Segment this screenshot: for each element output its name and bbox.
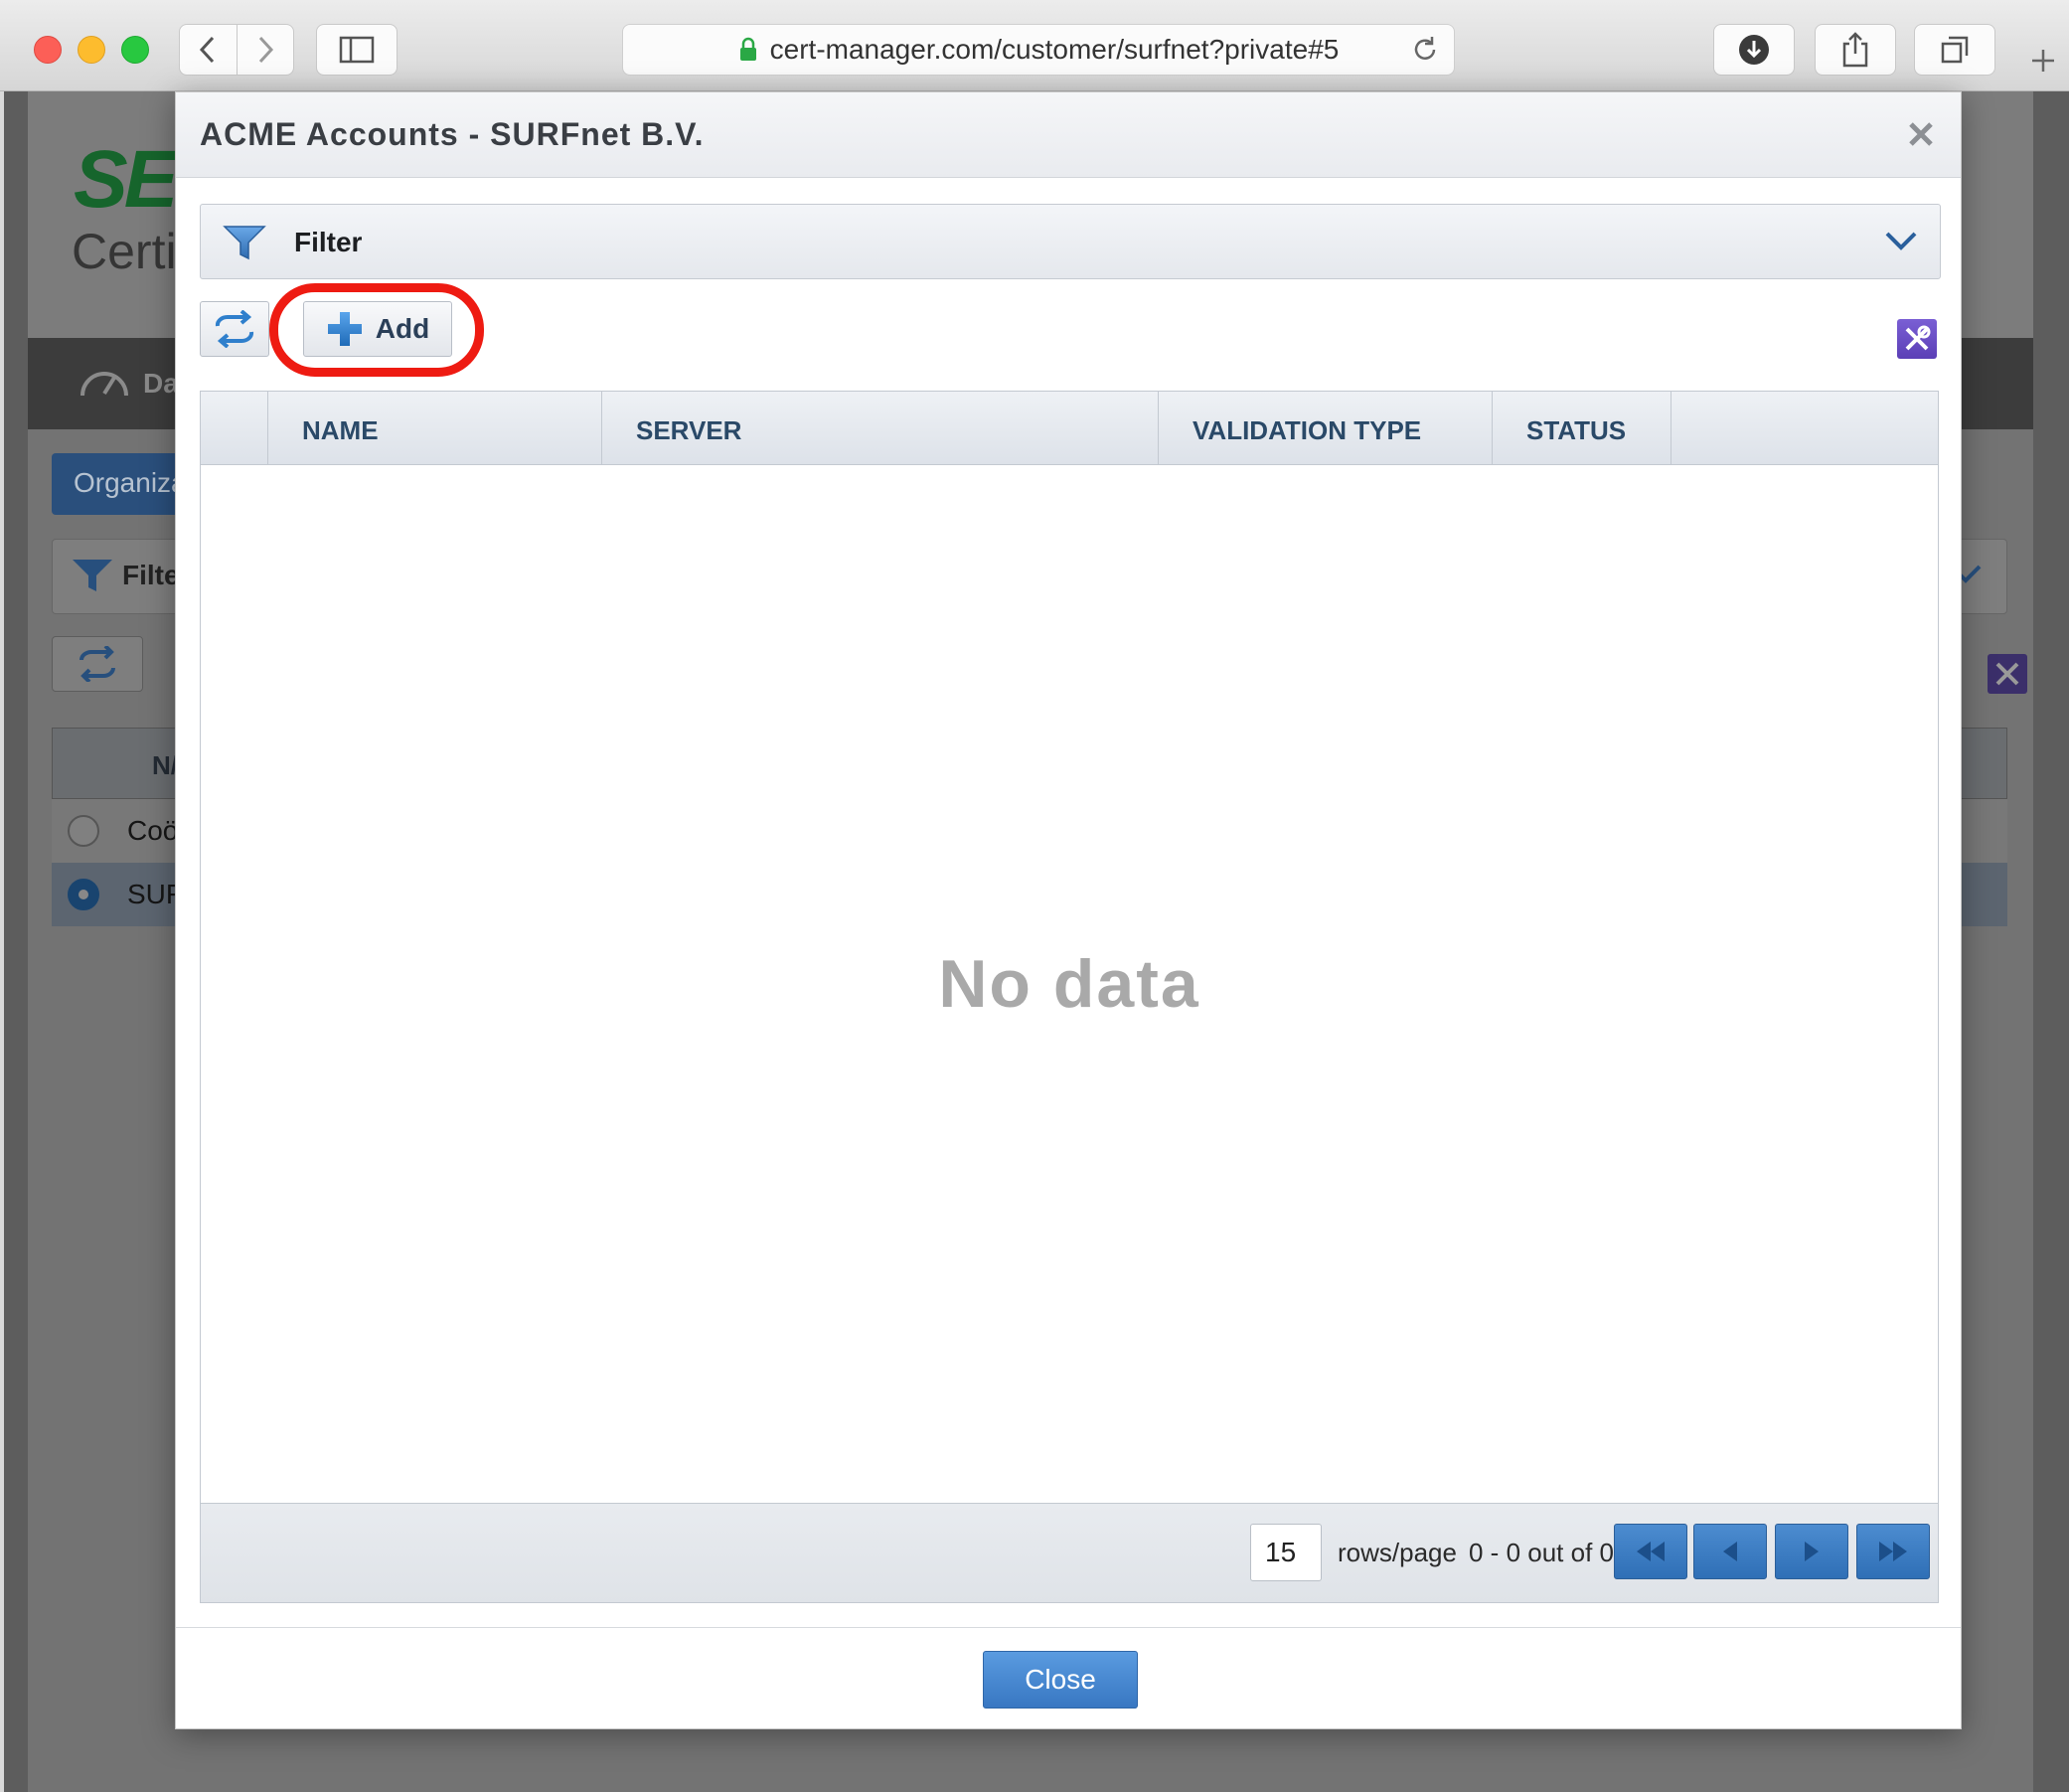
window-zoom-button[interactable]	[121, 36, 149, 64]
tabs-icon	[1941, 36, 1969, 64]
double-left-arrow-icon	[1637, 1542, 1665, 1561]
refresh-icon	[215, 310, 254, 348]
chevron-left-icon	[200, 36, 215, 64]
double-right-arrow-icon	[1879, 1542, 1907, 1561]
chevron-down-icon[interactable]	[1884, 229, 1918, 257]
row-radio-selected[interactable]	[68, 879, 99, 910]
acme-accounts-dialog: ACME Accounts - SURFnet B.V. Filter Add	[175, 91, 1962, 1729]
add-label: Add	[375, 313, 430, 344]
chevron-right-icon	[258, 36, 273, 64]
new-tab-button[interactable]	[2017, 30, 2069, 91]
dashboard-icon	[78, 358, 131, 407]
dialog-title: ACME Accounts - SURFnet B.V.	[200, 116, 705, 152]
pagination-bar: 15 rows/page 0 - 0 out of 0	[201, 1503, 1938, 1602]
download-icon	[1739, 35, 1769, 65]
sidebar-icon	[339, 36, 375, 64]
grid-header: NAME SERVER VALIDATION TYPE STATUS	[201, 392, 1938, 465]
reload-button[interactable]	[1410, 35, 1440, 70]
filter-bar[interactable]: Filter	[200, 204, 1941, 279]
page-range-label: 0 - 0 out of 0	[1469, 1538, 1614, 1567]
filter-label: Filter	[294, 227, 363, 257]
sidebar-toggle-button[interactable]	[316, 24, 398, 76]
right-arrow-icon	[1805, 1542, 1819, 1561]
history-nav-group	[179, 24, 294, 76]
app-logo: SE	[74, 134, 178, 225]
rows-per-page-label: rows/page	[1338, 1538, 1457, 1567]
column-name[interactable]: NAME	[268, 392, 602, 465]
lock-icon	[739, 37, 756, 61]
column-validation-type[interactable]: VALIDATION TYPE	[1159, 392, 1493, 465]
row-radio[interactable]	[68, 815, 99, 847]
left-arrow-icon	[1723, 1542, 1737, 1561]
acme-accounts-grid: NAME SERVER VALIDATION TYPE STATUS No da…	[200, 391, 1939, 1603]
page-refresh-button[interactable]	[52, 636, 143, 692]
window-minimize-button[interactable]	[78, 36, 105, 64]
share-button[interactable]	[1815, 24, 1896, 76]
app-subtitle: Certi	[72, 224, 177, 279]
close-button[interactable]: Close	[983, 1651, 1138, 1709]
dialog-header: ACME Accounts - SURFnet B.V.	[176, 92, 1961, 178]
close-icon	[1909, 122, 1933, 146]
dialog-footer-divider	[176, 1627, 1961, 1628]
plus-icon	[2032, 50, 2054, 72]
next-page-button[interactable]	[1775, 1524, 1848, 1579]
page-tools-button[interactable]	[1988, 654, 2027, 694]
tools-icon	[1905, 325, 1931, 351]
reload-icon	[1414, 37, 1436, 60]
last-page-button[interactable]	[1856, 1524, 1930, 1579]
rows-per-page-input[interactable]: 15	[1250, 1524, 1322, 1581]
column-status[interactable]: STATUS	[1493, 392, 1671, 465]
funnel-icon	[71, 556, 114, 600]
dialog-close-button[interactable]	[1901, 114, 1941, 154]
previous-page-button[interactable]	[1693, 1524, 1767, 1579]
browser-toolbar: cert-manager.com/customer/surfnet?privat…	[0, 0, 2069, 91]
page-filter-label: Filte	[122, 560, 180, 590]
address-bar[interactable]: cert-manager.com/customer/surfnet?privat…	[622, 24, 1455, 76]
column-server[interactable]: SERVER	[602, 392, 1159, 465]
column-select	[201, 392, 268, 465]
share-icon	[1842, 32, 1868, 68]
back-button[interactable]	[180, 25, 237, 75]
tab-overview-button[interactable]	[1914, 24, 1995, 76]
forward-button[interactable]	[238, 25, 294, 75]
downloads-button[interactable]	[1713, 24, 1795, 76]
funnel-icon	[223, 223, 266, 267]
grid-settings-button[interactable]	[1897, 319, 1937, 359]
add-button[interactable]: Add	[303, 301, 452, 357]
empty-state-message: No data	[938, 946, 1200, 1022]
first-page-button[interactable]	[1614, 1524, 1687, 1579]
plus-icon	[327, 312, 362, 346]
refresh-button[interactable]	[200, 301, 269, 357]
window-close-button[interactable]	[34, 36, 62, 64]
nav-dashboard[interactable]: Da	[143, 368, 179, 400]
tools-icon	[1995, 662, 2019, 686]
refresh-icon	[80, 646, 115, 682]
row-label: Coö	[127, 815, 179, 846]
url-text: cert-manager.com/customer/surfnet?privat…	[769, 34, 1340, 65]
